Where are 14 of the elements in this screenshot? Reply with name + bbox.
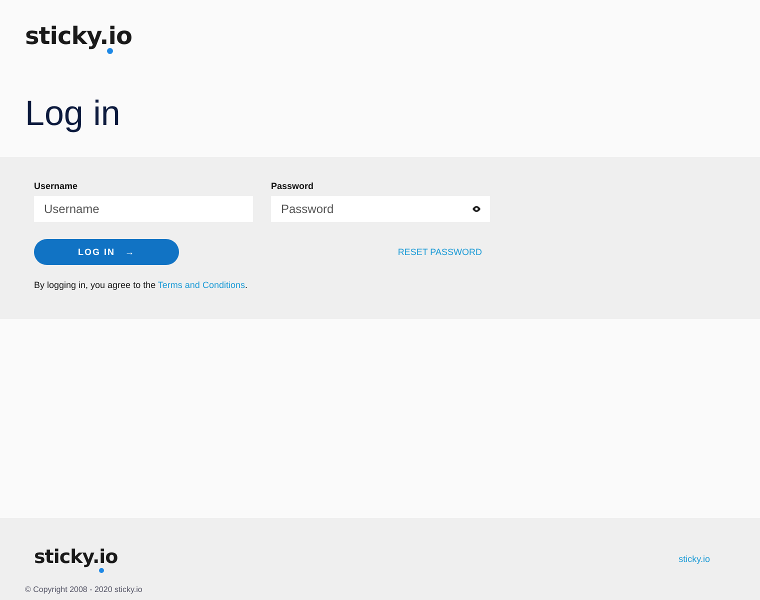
page-title: Log in: [25, 94, 120, 134]
password-field[interactable]: Password: [271, 196, 490, 222]
login-button[interactable]: LOG IN →: [34, 239, 179, 265]
field-label: Username: [34, 181, 78, 191]
reset-password-link[interactable]: RESET PASSWORD: [398, 247, 482, 257]
field-label: Password: [271, 181, 314, 191]
logo[interactable]: sticky.io: [25, 20, 132, 54]
agreement-text: By logging in, you agree to the Terms and Conditions.: [34, 280, 248, 290]
username-field[interactable]: Username: [34, 196, 253, 222]
footer-logo[interactable]: sticky.io: [34, 544, 118, 573]
copyright-text: © Copyright 2008 - 2020 sticky.io: [25, 585, 142, 594]
footer-link[interactable]: sticky.io: [678, 554, 710, 564]
terms-link[interactable]: Terms and Conditions: [158, 280, 245, 290]
eye-icon[interactable]: [472, 206, 481, 212]
